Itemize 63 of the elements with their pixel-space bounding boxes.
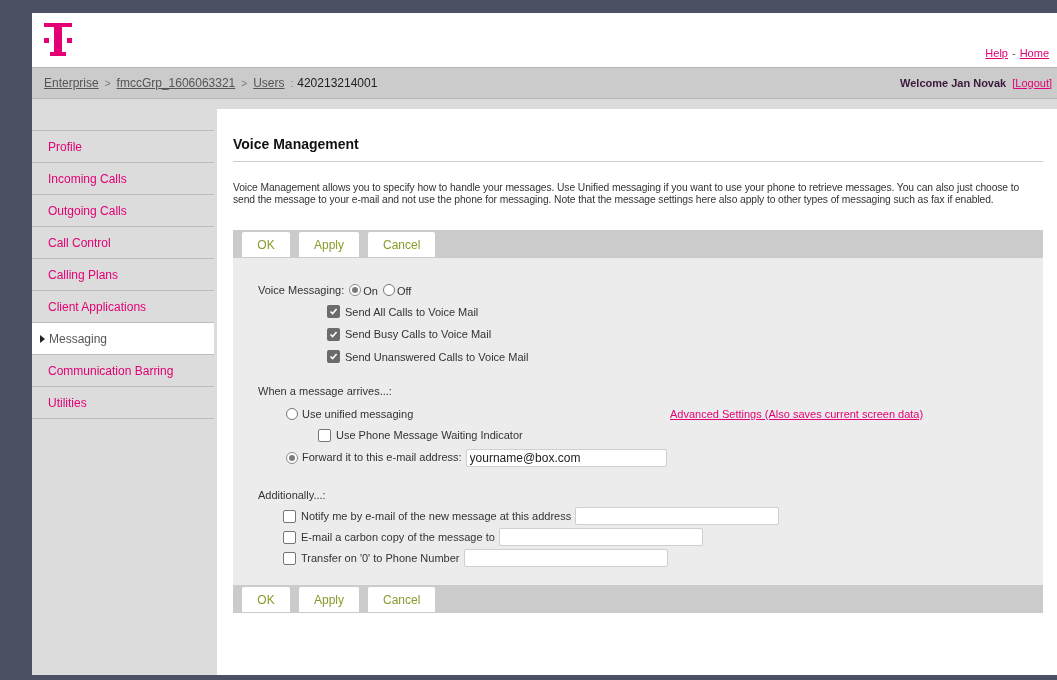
sidebar-item[interactable]: Call Control	[32, 227, 214, 259]
checkbox[interactable]	[318, 428, 331, 442]
breadcrumb-link[interactable]: Users	[253, 74, 285, 92]
checkbox[interactable]	[283, 530, 296, 544]
sidebar-item[interactable]: Utilities	[32, 387, 214, 419]
radio-button[interactable]	[286, 407, 298, 420]
checkbox-label: E-mail a carbon copy of the message to	[301, 529, 495, 545]
breadcrumb-separator: >	[104, 76, 111, 91]
checkbox-label: Transfer on '0' to Phone Number	[301, 550, 460, 566]
radio-label: Off	[396, 284, 412, 299]
radio-label: Forward it to this e-mail address:	[302, 450, 462, 466]
action-button[interactable]: Cancel	[368, 232, 436, 257]
header-link[interactable]: Help	[985, 45, 1008, 62]
check-icon	[329, 352, 338, 362]
link-separator: -	[1012, 46, 1016, 61]
field-label: Voice Messaging:	[258, 283, 345, 298]
text-field[interactable]: yourname@box.com	[465, 448, 667, 467]
sidebar-item[interactable]: Communication Barring	[32, 355, 214, 387]
checkbox[interactable]	[283, 551, 296, 565]
sidebar-item[interactable]: Messaging	[32, 323, 214, 355]
action-button[interactable]: OK	[242, 232, 290, 257]
checkbox[interactable]	[327, 350, 340, 364]
radio-button[interactable]	[349, 284, 362, 297]
action-button[interactable]: OK	[242, 587, 290, 612]
welcome-text: Welcome Jan Novak	[900, 75, 1007, 91]
breadcrumb-current: 420213214001	[297, 75, 378, 92]
checkbox-label: Notify me by e-mail of the new message at this address	[301, 508, 572, 524]
sidebar-item[interactable]: Incoming Calls	[32, 163, 214, 195]
section-label: When a message arrives...:	[258, 384, 393, 399]
sidebar-item[interactable]: Outgoing Calls	[32, 195, 214, 227]
sidebar-item[interactable]: Calling Plans	[32, 259, 214, 291]
check-icon	[329, 307, 338, 317]
checkbox-label: Send All Calls to Voice Mail	[345, 304, 479, 320]
action-button[interactable]: Cancel	[368, 587, 436, 612]
sidebar-item[interactable]: Profile	[32, 131, 214, 163]
check-icon	[329, 329, 338, 339]
radio-label: On	[363, 284, 378, 299]
checkbox-label: Send Busy Calls to Voice Mail	[345, 327, 492, 342]
advanced-settings-link[interactable]: Advanced Settings (Also saves current screen data)	[670, 405, 924, 422]
breadcrumb-link[interactable]: Enterprise	[44, 74, 99, 92]
text-field[interactable]	[463, 549, 668, 567]
checkbox[interactable]	[327, 305, 340, 319]
logo	[44, 23, 72, 57]
breadcrumb-separator: >	[241, 76, 248, 91]
radio-button[interactable]	[286, 451, 298, 464]
checkbox[interactable]	[327, 327, 340, 341]
caret-icon	[40, 334, 45, 343]
page-title: Voice Management	[233, 134, 1043, 162]
action-button[interactable]: Apply	[299, 232, 360, 257]
checkbox-label: Send Unanswered Calls to Voice Mail	[345, 349, 529, 365]
section-label: Additionally...:	[258, 487, 327, 503]
header-link[interactable]: Home	[1019, 45, 1049, 62]
description-text: Voice Management allows you to specify how to handle your messages. Use Unified messaging if you want to use your phone to retrieve messages. You can also just choose to send the message to your e-mail and not use the phone for messaging. Note that the message settings here also apply to other types of messaging such as fax if enabled.	[233, 182, 1021, 206]
action-button[interactable]: Apply	[299, 587, 360, 612]
text-field[interactable]	[575, 507, 780, 525]
logout-link[interactable]: [Logout]	[1012, 74, 1052, 92]
radio-label: Use unified messaging	[302, 406, 415, 422]
radio-button[interactable]	[382, 284, 395, 297]
text-field[interactable]	[498, 528, 703, 546]
breadcrumb-separator: :	[290, 76, 294, 91]
breadcrumb-link[interactable]: fmccGrp_1606063321	[116, 74, 236, 92]
checkbox[interactable]	[283, 509, 296, 523]
checkbox-label: Use Phone Message Waiting Indicator	[336, 428, 523, 443]
